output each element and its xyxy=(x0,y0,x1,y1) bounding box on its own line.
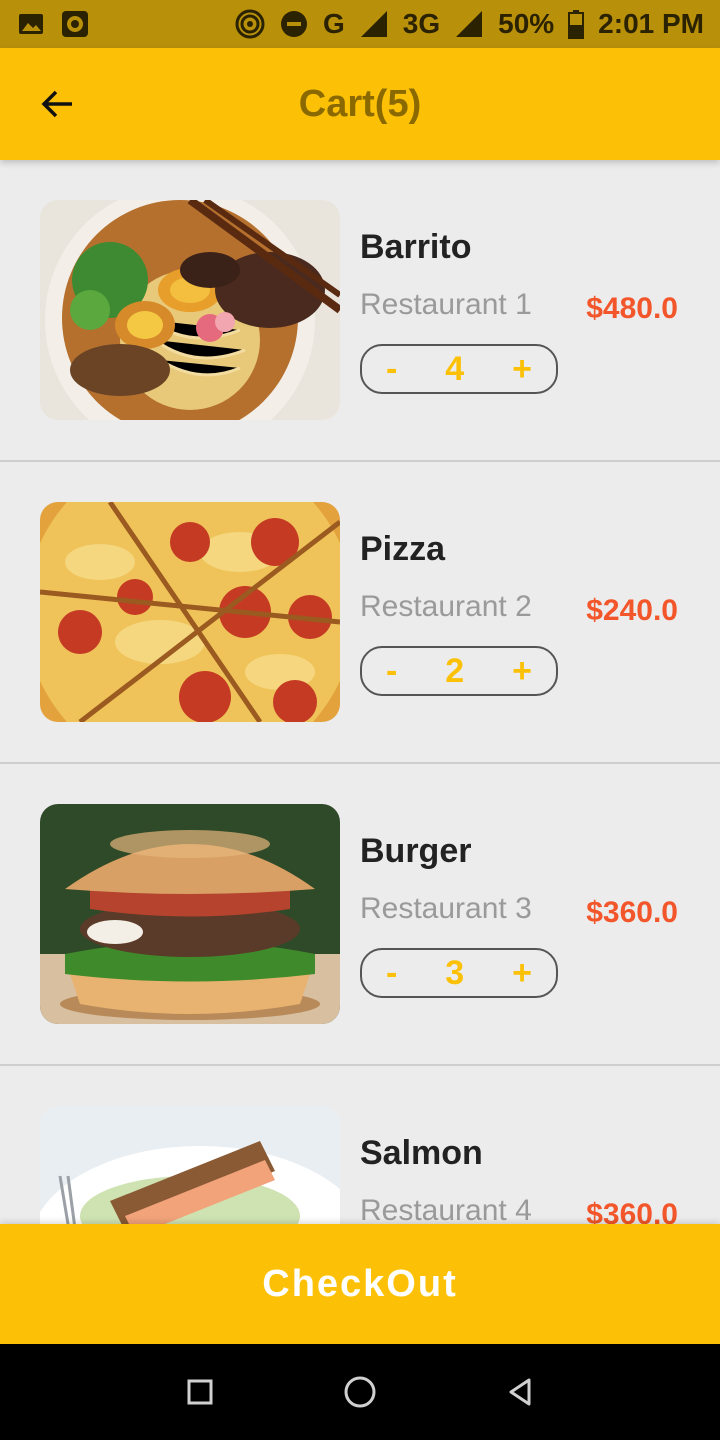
battery-percent: 50% xyxy=(498,8,555,39)
quantity-stepper: - 3 + xyxy=(360,948,558,998)
network-type-label: G xyxy=(322,8,345,39)
item-name: Burger xyxy=(360,832,472,870)
food-image-ramen xyxy=(40,200,340,420)
triangle-back-icon xyxy=(509,1378,531,1406)
food-image-burger xyxy=(40,804,340,1024)
do-not-disturb-icon xyxy=(279,9,309,39)
decrease-button[interactable]: - xyxy=(386,350,397,389)
home-button[interactable] xyxy=(340,1372,380,1412)
signal-icon-2 xyxy=(454,9,484,39)
checkout-button[interactable]: CheckOut xyxy=(0,1224,720,1344)
system-nav-bar xyxy=(0,1344,720,1440)
cart-item: Salmon Restaurant 4 $360.0 - + xyxy=(0,1066,720,1224)
increase-button[interactable]: + xyxy=(512,954,532,993)
hotspot-icon xyxy=(235,9,265,39)
item-name: Pizza xyxy=(360,530,446,568)
restaurant-name: Restaurant 4 xyxy=(360,1194,532,1224)
image-icon xyxy=(16,9,46,39)
quantity-stepper: - 4 + xyxy=(360,344,558,394)
quantity-stepper: - 2 + xyxy=(360,646,558,696)
decrease-button[interactable]: - xyxy=(386,954,397,993)
quantity-value: 4 xyxy=(445,349,465,388)
item-price: $360.0 xyxy=(586,1198,678,1224)
quantity-value: 2 xyxy=(445,651,465,690)
battery-icon xyxy=(568,9,585,39)
food-image-pizza xyxy=(40,502,340,722)
item-price: $480.0 xyxy=(586,292,678,325)
cart-item: Pizza Restaurant 2 $240.0 - 2 + xyxy=(0,462,720,764)
signal-icon xyxy=(359,9,389,39)
page-title: Cart(5) xyxy=(298,82,422,125)
cart-list: Barrito Restaurant 1 $480.0 - 4 + Pizza … xyxy=(0,160,720,1224)
restaurant-name: Restaurant 2 xyxy=(360,590,532,623)
food-image-salmon xyxy=(40,1106,340,1224)
item-name: Salmon xyxy=(360,1134,483,1172)
status-bar: G 3G 50% 2:01 PM xyxy=(0,0,720,48)
increase-button[interactable]: + xyxy=(512,350,532,389)
item-price: $240.0 xyxy=(586,594,678,627)
back-nav-button[interactable] xyxy=(500,1372,540,1412)
network-type-label-2: 3G xyxy=(402,8,441,39)
recents-icon xyxy=(187,1379,213,1405)
quantity-value: 3 xyxy=(445,953,465,992)
cart-item: Burger Restaurant 3 $360.0 - 3 + xyxy=(0,764,720,1066)
back-button[interactable] xyxy=(30,76,86,132)
item-price: $360.0 xyxy=(586,896,678,929)
recents-button[interactable] xyxy=(180,1372,220,1412)
restaurant-name: Restaurant 3 xyxy=(360,892,532,925)
clock: 2:01 PM xyxy=(598,8,704,39)
arrow-left-icon xyxy=(41,90,72,118)
app-icon xyxy=(60,9,90,39)
cart-item: Barrito Restaurant 1 $480.0 - 4 + xyxy=(0,160,720,462)
home-icon xyxy=(344,1376,376,1408)
app-toolbar: Cart(5) xyxy=(0,48,720,160)
increase-button[interactable]: + xyxy=(512,652,532,691)
decrease-button[interactable]: - xyxy=(386,652,397,691)
checkout-label: CheckOut xyxy=(262,1262,458,1305)
item-name: Barrito xyxy=(360,228,472,266)
restaurant-name: Restaurant 1 xyxy=(360,288,532,321)
